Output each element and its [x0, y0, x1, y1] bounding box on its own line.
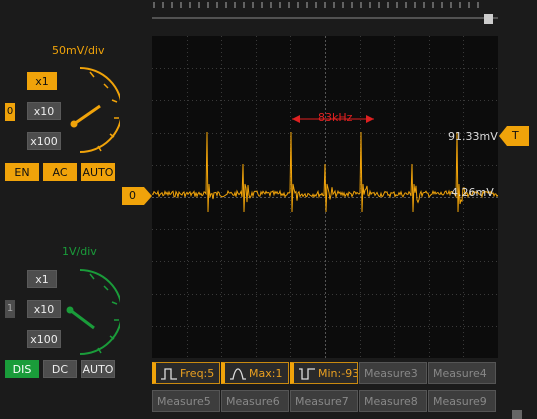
measure-freq-label: Freq:5 [180, 367, 215, 380]
time-position-handle [484, 14, 493, 24]
ch1-scale-label: 50mV/div [52, 44, 105, 57]
measure-4[interactable]: Measure4 [428, 362, 496, 384]
measure-max-label: Max:1 [249, 367, 283, 380]
ch2-x100-button[interactable]: x100 [27, 330, 61, 348]
measure-4-label: Measure4 [433, 367, 487, 380]
ch1-enable-button[interactable]: EN [5, 163, 39, 181]
ch1-offset-marker-label: 0 [129, 189, 136, 202]
measure-freq[interactable]: Freq:5 [152, 362, 220, 384]
ch2-scale-knob[interactable] [60, 262, 120, 362]
measure-3[interactable]: Measure3 [359, 362, 427, 384]
measure-8-label: Measure8 [364, 395, 418, 408]
offset-value: 4.26mV [451, 186, 494, 199]
ch2-auto-button[interactable]: AUTO [81, 360, 115, 378]
square-wave-icon [161, 368, 177, 380]
ch2-index-badge: 1 [5, 300, 15, 318]
pulse-icon [230, 368, 246, 380]
measure-5[interactable]: Measure5 [152, 390, 220, 412]
time-position-strip[interactable] [152, 0, 498, 30]
ch1-x1-button[interactable]: x1 [27, 72, 57, 90]
ch1-x10-button[interactable]: x10 [27, 102, 61, 120]
ch2-disable-button[interactable]: DIS [5, 360, 39, 378]
ch2-scale-label: 1V/div [62, 245, 97, 258]
ch1-offset-marker[interactable]: 0 [122, 187, 152, 205]
ch2-coupling-button[interactable]: DC [43, 360, 77, 378]
ch1-index-badge: 0 [5, 103, 15, 121]
measure-min[interactable]: Min:-93.62mV [290, 362, 358, 384]
trigger-marker-label: T [512, 129, 519, 142]
ch2-x1-button[interactable]: x1 [27, 270, 57, 288]
measure-min-label: Min:-93.62mV [318, 367, 357, 380]
measure-6-label: Measure6 [226, 395, 280, 408]
trigger-level-value: 91.33mV [448, 130, 498, 143]
trigger-level-marker[interactable]: T [499, 126, 529, 146]
scope-display[interactable] [151, 36, 499, 358]
measure-8[interactable]: Measure8 [359, 390, 427, 412]
ch1-coupling-button[interactable]: AC [43, 163, 77, 181]
measure-6[interactable]: Measure6 [221, 390, 289, 412]
freq-marker-label: 83kHz [318, 111, 353, 124]
measure-7[interactable]: Measure7 [290, 390, 358, 412]
measure-7-label: Measure7 [295, 395, 349, 408]
min-pulse-icon [299, 368, 315, 380]
ch1-scale-knob[interactable] [60, 60, 120, 160]
ch1-x100-button[interactable]: x100 [27, 132, 61, 150]
ch2-x10-button[interactable]: x10 [27, 300, 61, 318]
measure-9[interactable]: Measure9 [428, 390, 496, 412]
ch1-auto-button[interactable]: AUTO [81, 163, 115, 181]
measure-max[interactable]: Max:1 [221, 362, 289, 384]
measure-5-label: Measure5 [157, 395, 211, 408]
measure-3-label: Measure3 [364, 367, 418, 380]
scroll-down-arrow[interactable] [512, 410, 522, 419]
measure-9-label: Measure9 [433, 395, 487, 408]
